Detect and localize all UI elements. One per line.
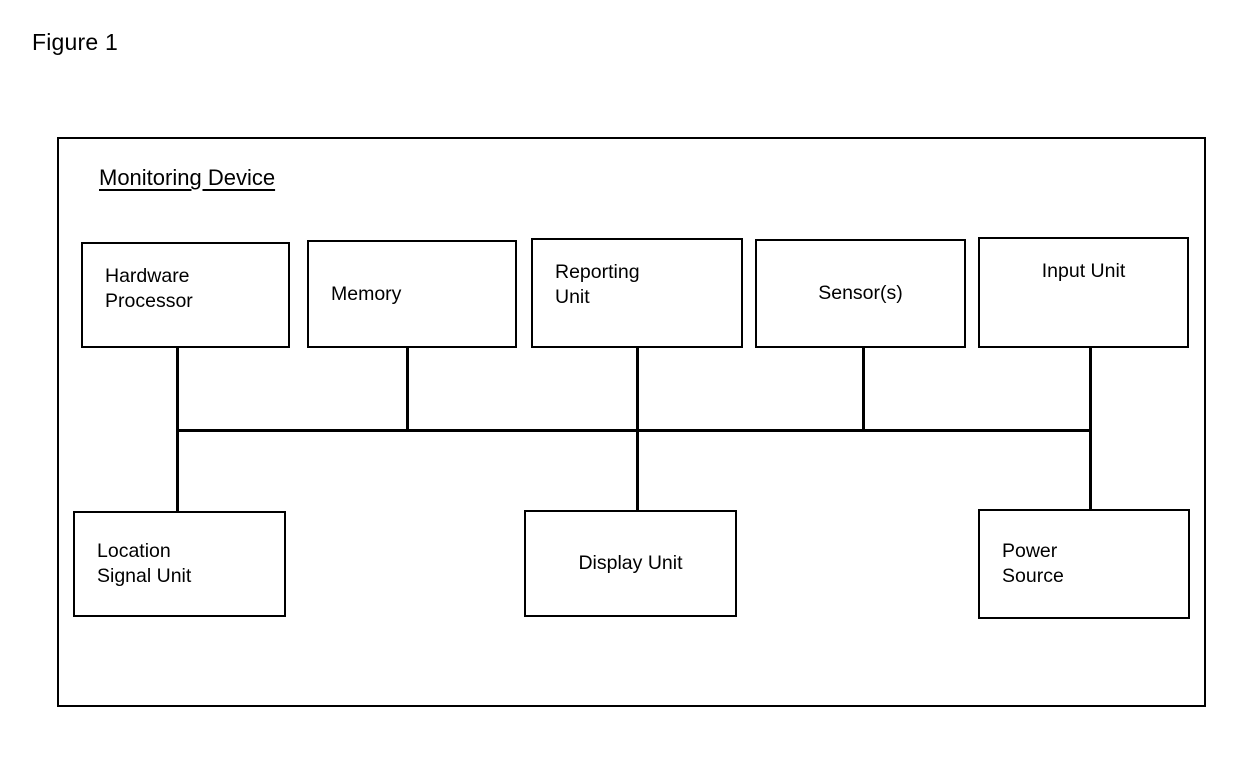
block-power-source-label: Power Source: [1002, 540, 1064, 587]
figure-root: Figure 1 Monitoring Device Hardware Proc…: [0, 0, 1240, 771]
block-sensors[interactable]: Sensor(s): [755, 239, 966, 348]
monitoring-device-container: [57, 137, 1206, 707]
block-memory[interactable]: Memory: [307, 240, 517, 348]
block-memory-label: Memory: [331, 282, 402, 305]
block-input-unit-label: Input Unit: [1041, 260, 1126, 282]
block-hardware-processor-label: Hardware Processor: [105, 265, 193, 312]
monitoring-device-title: Monitoring Device: [99, 165, 276, 190]
connector-reporting-unit-vertical: [636, 346, 639, 512]
connector-memory-vertical: [406, 346, 409, 431]
connector-sensors-vertical: [862, 346, 865, 431]
block-input-unit[interactable]: Input Unit: [978, 237, 1189, 348]
block-display-unit-label: Display Unit: [578, 552, 683, 574]
block-sensors-label: Sensor(s): [818, 282, 903, 304]
connector-hardware-processor-vertical: [176, 346, 179, 512]
block-hardware-processor[interactable]: Hardware Processor: [81, 242, 290, 348]
block-location-signal-unit-label: Location Signal Unit: [97, 540, 192, 587]
block-location-signal-unit[interactable]: Location Signal Unit: [73, 511, 286, 617]
block-display-unit[interactable]: Display Unit: [524, 510, 737, 617]
block-power-source[interactable]: Power Source: [978, 509, 1190, 619]
connector-input-unit-vertical: [1089, 346, 1092, 512]
figure-caption: Figure 1: [32, 29, 118, 55]
block-reporting-unit[interactable]: Reporting Unit: [531, 238, 743, 348]
connector-bus-horizontal: [177, 429, 1091, 432]
block-reporting-unit-label: Reporting Unit: [555, 261, 640, 308]
